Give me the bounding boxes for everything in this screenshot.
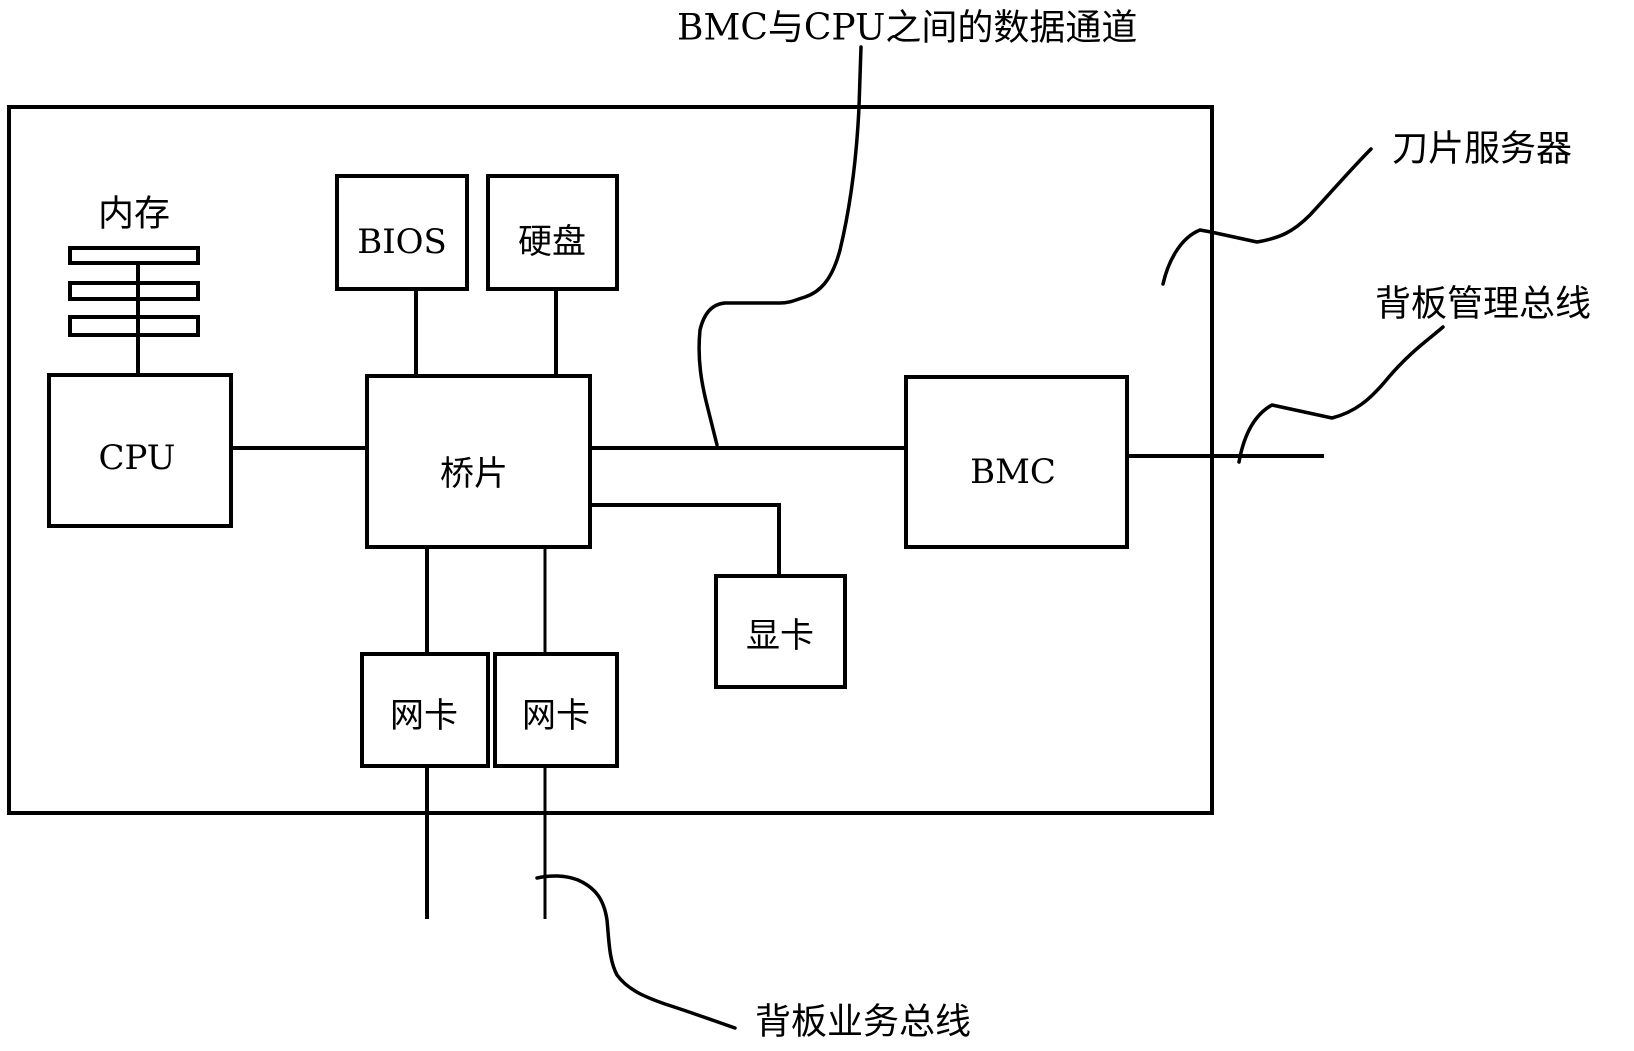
bmc-label: BMC [970, 452, 1056, 492]
cpu-block: CPU [47, 373, 233, 528]
memory-label: 内存 [98, 194, 170, 235]
nic2-label: 网卡 [522, 696, 590, 736]
hdd-block: 硬盘 [486, 174, 619, 291]
cpu-label: CPU [99, 438, 176, 478]
bmc-block: BMC [904, 375, 1129, 549]
bridge-chip-block: 桥片 [365, 374, 592, 549]
blade-server-callout-label: 刀片服务器 [1392, 129, 1572, 170]
data-channel-callout-label: BMC与CPU之间的数据通道 [677, 8, 1137, 49]
bridge-chip-label: 桥片 [440, 454, 508, 494]
nic1-block: 网卡 [360, 652, 490, 768]
nic2-block: 网卡 [493, 652, 619, 768]
blade-server-diagram: 内存 CPU BIOS 硬盘 桥片 显卡 网卡 网卡 BMC BMC与CPU之间… [7, 8, 1591, 1043]
hdd-label: 硬盘 [518, 222, 586, 262]
memory-stick-1 [68, 246, 200, 265]
mgmt-bus-callout-label: 背板管理总线 [1375, 284, 1591, 325]
gpu-label: 显卡 [746, 616, 814, 656]
memory-stick-3 [68, 315, 200, 337]
bios-label: BIOS [357, 222, 447, 262]
service-bus-callout-label: 背板业务总线 [755, 1002, 971, 1043]
mgmt-bus-leader-line [1237, 325, 1445, 464]
nic1-label: 网卡 [390, 696, 458, 736]
memory-stick-2 [68, 281, 200, 301]
service-bus-leader-line [535, 874, 737, 1030]
bios-block: BIOS [335, 174, 469, 291]
gpu-block: 显卡 [714, 574, 847, 689]
